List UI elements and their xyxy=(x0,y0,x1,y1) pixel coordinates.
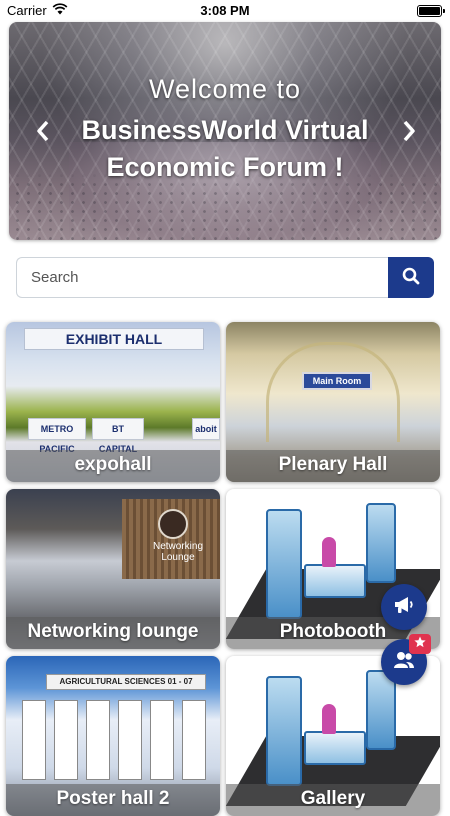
tile-plenary-hall[interactable]: Main Room Plenary Hall xyxy=(226,322,440,482)
lounge-logo xyxy=(158,509,188,539)
tile-label: Gallery xyxy=(226,784,440,816)
booth-panel xyxy=(366,670,396,750)
booth-sign: BT CAPITAL xyxy=(92,418,144,454)
status-time: 3:08 PM xyxy=(200,3,250,18)
status-bar: Carrier 3:08 PM xyxy=(0,0,450,22)
poster-board xyxy=(182,700,206,780)
poster-board xyxy=(150,700,174,780)
sign-line: Networking xyxy=(152,541,204,552)
search-bar xyxy=(16,257,434,298)
sign-line: Lounge xyxy=(161,552,195,563)
booth-sign: aboit xyxy=(192,418,220,440)
chevron-right-icon[interactable] xyxy=(399,120,419,142)
poster-header-sign: AGRICULTURAL SCIENCES 01 - 07 xyxy=(46,674,206,690)
poster-board xyxy=(54,700,78,780)
tile-label: Plenary Hall xyxy=(226,450,440,482)
poster-board xyxy=(22,700,46,780)
booth-panel xyxy=(366,503,396,583)
tile-expohall[interactable]: EXHIBIT HALL METRO PACIFIC BT CAPITAL ab… xyxy=(6,322,220,482)
booth-desk xyxy=(304,564,366,598)
chevron-left-icon[interactable] xyxy=(33,120,53,142)
tile-label: Poster hall 2 xyxy=(6,784,220,816)
announcement-button[interactable] xyxy=(381,584,427,630)
booth-desk xyxy=(304,731,366,765)
booth-attendant xyxy=(322,537,336,567)
star-badge xyxy=(409,634,431,654)
star-icon xyxy=(414,635,426,653)
search-input[interactable] xyxy=(16,257,389,298)
booth-attendant xyxy=(322,704,336,734)
poster-board xyxy=(86,700,110,780)
booth-panel xyxy=(266,509,302,619)
tile-networking-lounge[interactable]: Networking Lounge Networking lounge xyxy=(6,489,220,649)
hero-banner[interactable]: Welcome to BusinessWorld Virtual Economi… xyxy=(9,22,441,240)
tile-label: expohall xyxy=(6,450,220,482)
megaphone-icon xyxy=(393,595,415,620)
networking-lounge-sign: Networking Lounge xyxy=(138,541,218,563)
tile-label: Networking lounge xyxy=(6,617,220,649)
exhibit-hall-sign: EXHIBIT HALL xyxy=(24,328,204,350)
hero-welcome-text: Welcome to xyxy=(148,74,302,104)
hero-title: BusinessWorld Virtual Economic Forum ! xyxy=(81,115,369,182)
main-room-sign: Main Room xyxy=(302,372,372,390)
poster-board xyxy=(118,700,142,780)
search-button[interactable] xyxy=(388,257,434,298)
hall-arch xyxy=(266,342,400,442)
tile-poster-hall[interactable]: AGRICULTURAL SCIENCES 01 - 07 Poster hal… xyxy=(6,656,220,816)
battery-icon xyxy=(417,5,445,17)
search-icon xyxy=(402,267,420,288)
booth-sign: METRO PACIFIC xyxy=(28,418,86,454)
booth-panel xyxy=(266,676,302,786)
